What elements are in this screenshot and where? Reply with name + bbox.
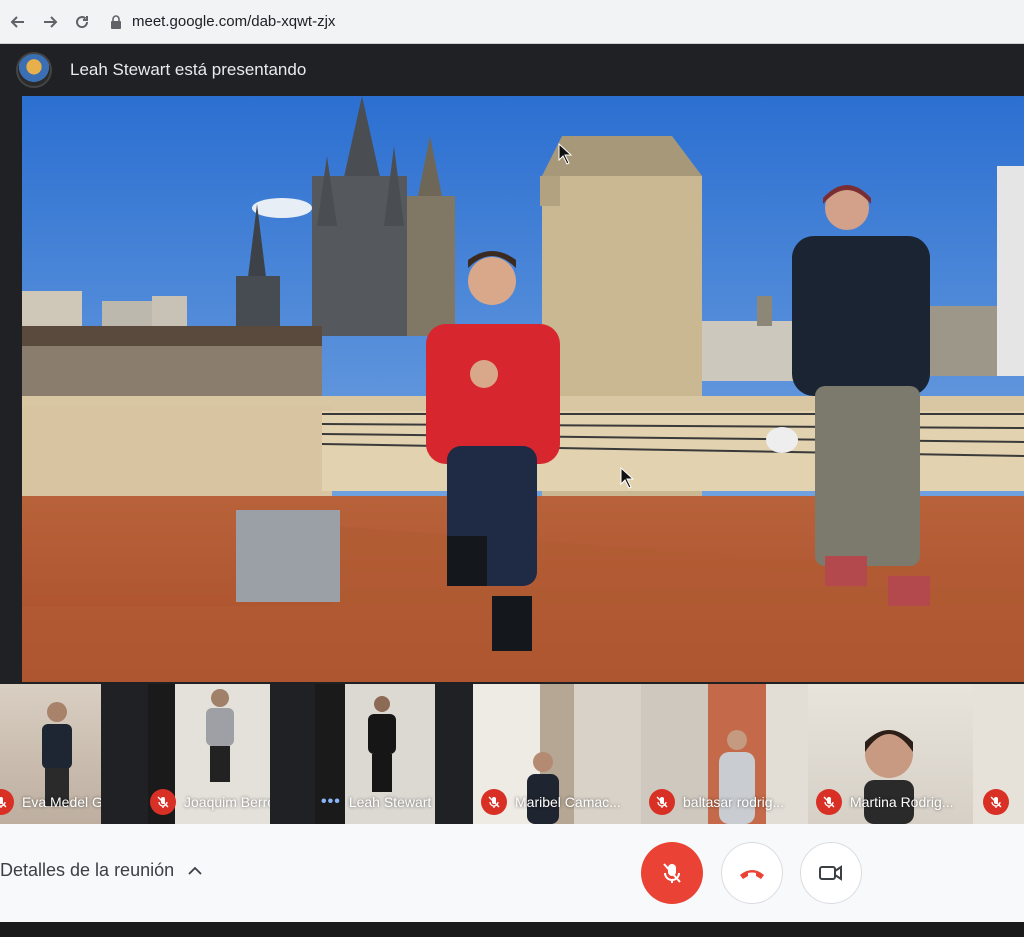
call-controls-bar: Detalles de la reunión: [0, 824, 1024, 922]
browser-toolbar: meet.google.com/dab-xqwt-zjx: [0, 0, 1024, 44]
mic-off-indicator: [150, 789, 176, 815]
mic-off-icon: [157, 796, 169, 808]
forward-button[interactable]: [36, 8, 64, 36]
back-button[interactable]: [4, 8, 32, 36]
meeting-details-label: Detalles de la reunión: [0, 860, 175, 880]
camera-icon: [819, 865, 842, 881]
microphone-toggle-button[interactable]: [641, 842, 703, 904]
forward-arrow-icon: [44, 15, 58, 28]
participant-figure: [368, 696, 396, 792]
presenter-label: Leah Stewart está presentando: [70, 60, 307, 79]
url-text: meet.google.com/dab-xqwt-zjx: [132, 13, 336, 30]
screen-bezel: [0, 922, 1024, 937]
participant-tile[interactable]: [973, 684, 1024, 824]
camera-toggle-button[interactable]: [800, 842, 862, 904]
mic-off-icon: [823, 796, 835, 808]
participant-namebar: Eva Medel Gar...: [0, 788, 101, 816]
participant-name: Leah Stewart: [348, 794, 432, 810]
main-video: [22, 96, 1024, 682]
participant-namebar: ••• Leah Stewart: [315, 788, 431, 816]
reload-icon: [76, 15, 89, 28]
participant-name: baltasar rodrig...: [683, 794, 785, 810]
mic-off-indicator: [481, 789, 507, 815]
meeting-details-button[interactable]: Detalles de la reunión: [0, 860, 202, 881]
participant-tile[interactable]: baltasar rodrig...: [641, 684, 808, 824]
participant-name: Maribel Camac...: [515, 794, 621, 810]
mic-off-indicator: [983, 789, 1009, 815]
back-arrow-icon: [10, 15, 24, 28]
participant-tile[interactable]: ••• Leah Stewart: [315, 684, 435, 824]
participant-figure: [206, 689, 234, 782]
reload-button[interactable]: [68, 8, 96, 36]
more-dots-icon: •••: [321, 793, 341, 810]
participant-tile[interactable]: Joaquim Berro...: [148, 684, 270, 824]
mic-off-icon: [0, 797, 7, 808]
mic-off-icon: [990, 796, 1002, 808]
rooftop-video-frame: [22, 96, 1024, 682]
mic-off-indicator: [649, 789, 675, 815]
lock-icon: [111, 14, 121, 29]
mic-off-indicator: [0, 789, 14, 815]
participant-namebar: baltasar rodrig...: [641, 788, 784, 816]
address-bar[interactable]: meet.google.com/dab-xqwt-zjx: [110, 7, 335, 37]
hang-up-icon: [740, 870, 764, 879]
participant-tile[interactable]: Martina Rodrig...: [808, 684, 973, 824]
participant-tile[interactable]: Eva Medel Gar...: [0, 684, 101, 824]
participant-name: Eva Medel Gar...: [22, 794, 101, 810]
mic-off-icon: [488, 796, 500, 808]
participant-namebar: Martina Rodrig...: [808, 788, 953, 816]
mic-off-icon: [663, 863, 681, 883]
participant-tile[interactable]: Maribel Camac...: [473, 684, 641, 824]
chevron-up-icon: [188, 866, 202, 875]
participant-name: Joaquim Berro...: [184, 794, 270, 810]
participant-namebar: Joaquim Berro...: [148, 788, 270, 816]
participant-name: Martina Rodrig...: [850, 794, 954, 810]
mic-off-indicator: [816, 789, 842, 815]
participant-namebar: Maribel Camac...: [473, 788, 621, 816]
mic-off-icon: [656, 796, 668, 808]
hang-up-button[interactable]: [721, 842, 783, 904]
participant-namebar: [973, 788, 1009, 816]
screen: meet.google.com/dab-xqwt-zjx Leah Stewar…: [0, 0, 1024, 937]
presenting-banner: Leah Stewart está presentando: [0, 44, 1024, 96]
avatar: [16, 52, 52, 88]
participants-filmstrip: Eva Medel Gar... Joaquim Berro... ••• Le…: [0, 684, 1024, 824]
